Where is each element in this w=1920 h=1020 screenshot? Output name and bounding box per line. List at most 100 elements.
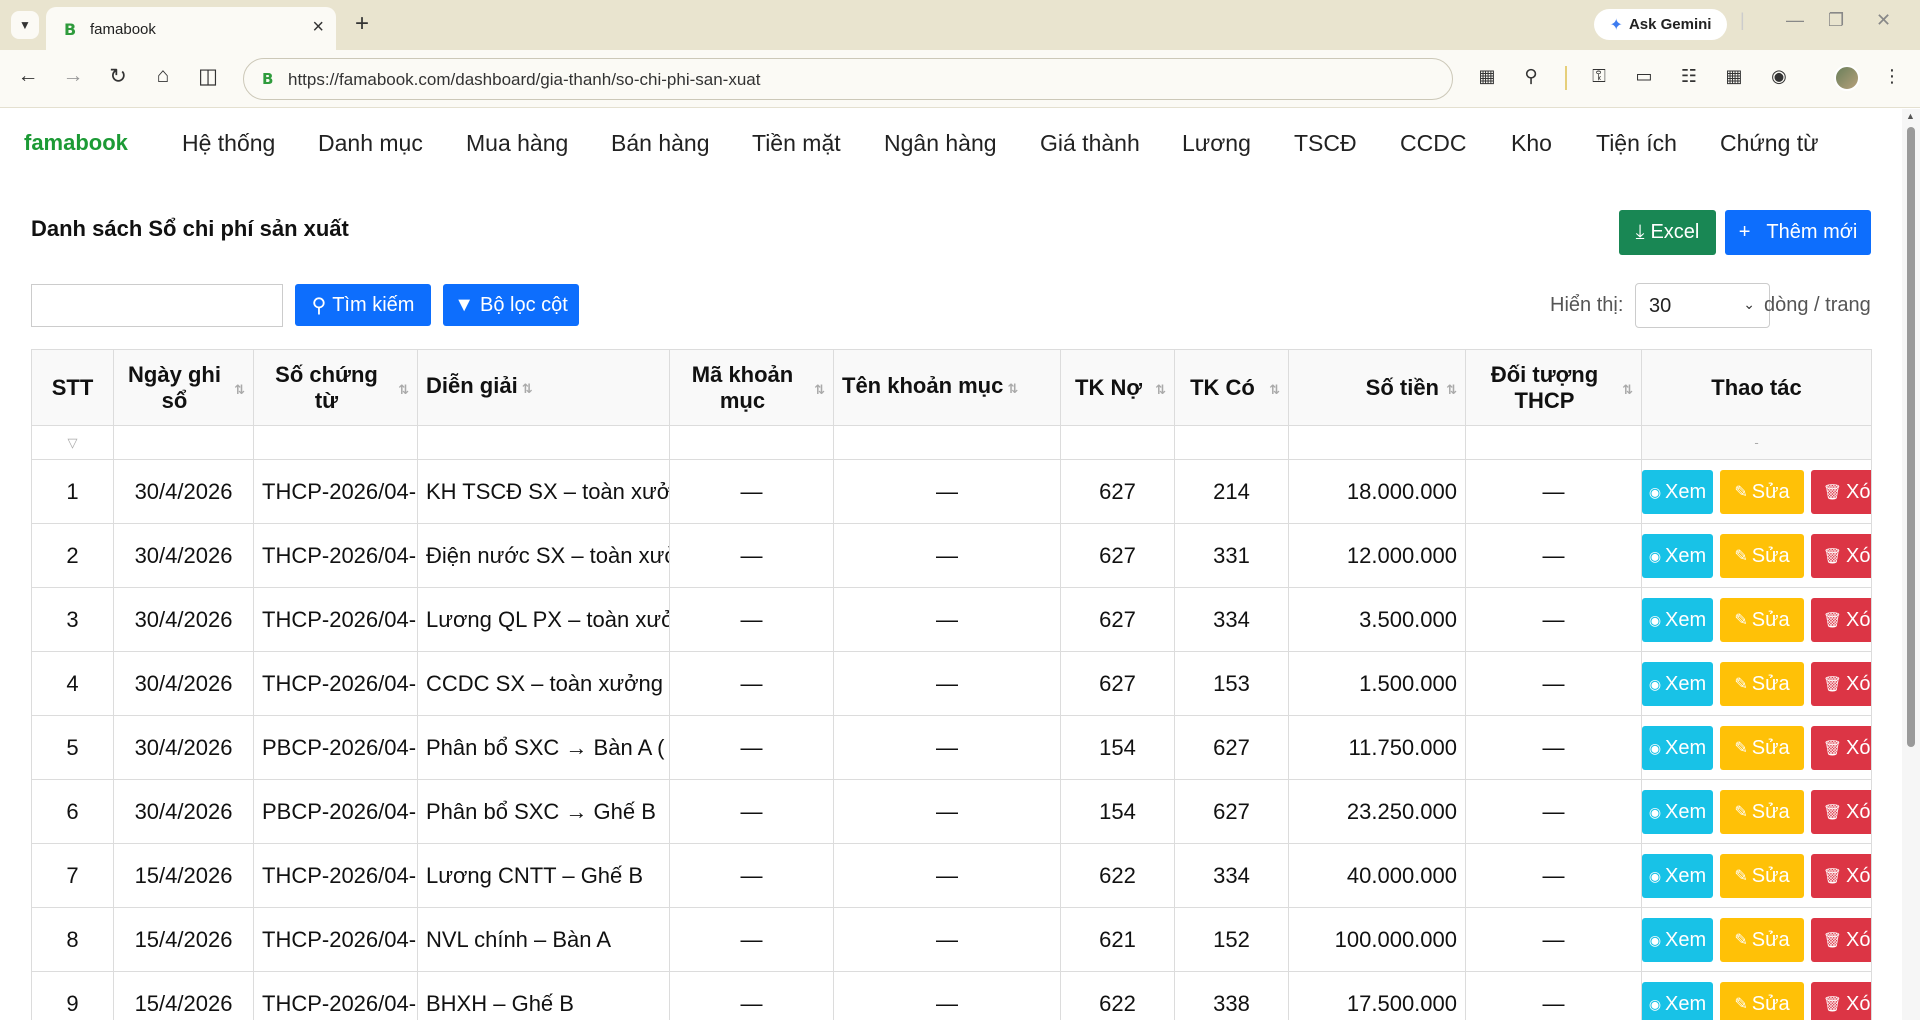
filter-icon[interactable]: ▽ <box>31 425 114 460</box>
delete-button[interactable]: 🗑Xóa <box>1811 790 1871 834</box>
edit-button[interactable]: ✎ Sửa <box>1720 854 1804 898</box>
edit-button[interactable]: ✎ Sửa <box>1720 790 1804 834</box>
header-doi-tuong-thcp[interactable]: Đối tượng THCP ⇅ <box>1465 349 1642 426</box>
reload-icon[interactable]: ↻ <box>104 64 132 89</box>
filter-cell[interactable] <box>1060 425 1175 460</box>
filter-cell[interactable] <box>1174 425 1289 460</box>
header-so-chung-tu[interactable]: Số chứng từ ⇅ <box>253 349 418 426</box>
profile-avatar[interactable] <box>1834 65 1860 91</box>
restore-icon[interactable]: ❐ <box>1828 10 1844 31</box>
header-tk-co[interactable]: TK Có ⇅ <box>1174 349 1289 426</box>
view-button[interactable]: ◉ Xem <box>1642 662 1713 706</box>
nav-item-ban-hang[interactable]: Bán hàng <box>611 130 709 157</box>
view-button[interactable]: ◉ Xem <box>1642 726 1713 770</box>
scrollbar-thumb[interactable] <box>1907 127 1915 747</box>
edit-button[interactable]: ✎ Sửa <box>1720 598 1804 642</box>
reading-list-icon[interactable]: ☷ <box>1676 66 1702 87</box>
column-filter-button[interactable]: ▼ Bộ lọc cột <box>443 284 579 326</box>
nav-item-danh-muc[interactable]: Danh mục <box>318 130 423 157</box>
vertical-scrollbar[interactable]: ▲ <box>1902 109 1920 1020</box>
sort-icon[interactable]: ⇅ <box>234 377 245 403</box>
delete-button[interactable]: 🗑Xóa <box>1811 598 1871 642</box>
filter-cell[interactable] <box>113 425 254 460</box>
incognito-icon[interactable]: ◉ <box>1766 66 1792 87</box>
tab-search-button[interactable]: ▼ <box>11 11 39 39</box>
home-icon[interactable]: ⌂ <box>149 64 177 88</box>
edit-button[interactable]: ✎ Sửa <box>1720 470 1804 514</box>
view-button[interactable]: ◉ Xem <box>1642 918 1713 962</box>
table-icon[interactable]: ▦ <box>1721 66 1747 87</box>
delete-button[interactable]: 🗑Xóa <box>1811 534 1871 578</box>
qr-code-icon[interactable]: ▦ <box>1474 66 1500 87</box>
sort-icon[interactable]: ⇅ <box>1446 377 1457 403</box>
delete-button[interactable]: 🗑Xóa <box>1811 470 1871 514</box>
sort-icon[interactable]: ⇅ <box>522 381 533 396</box>
header-tk-no[interactable]: TK Nợ ⇅ <box>1060 349 1175 426</box>
edit-button[interactable]: ✎ Sửa <box>1720 726 1804 770</box>
split-view-icon[interactable]: ◫ <box>194 64 222 89</box>
header-ten-khoan-muc[interactable]: Tên khoản mục ⇅ <box>833 349 1061 426</box>
delete-button[interactable]: 🗑Xóa <box>1811 662 1871 706</box>
delete-button[interactable]: 🗑Xóa <box>1811 918 1871 962</box>
view-button[interactable]: ◉ Xem <box>1642 534 1713 578</box>
nav-item-tien-ich[interactable]: Tiện ích <box>1596 130 1677 157</box>
view-button[interactable]: ◉ Xem <box>1642 854 1713 898</box>
filter-cell[interactable] <box>669 425 834 460</box>
page-size-select[interactable]: 30 ⌄ <box>1635 283 1770 328</box>
new-tab-button[interactable]: + <box>355 10 369 38</box>
nav-item-he-thong[interactable]: Hệ thống <box>182 130 275 157</box>
filter-cell[interactable] <box>1288 425 1466 460</box>
edit-button[interactable]: ✎ Sửa <box>1720 534 1804 578</box>
address-bar[interactable]: B https://famabook.com/dashboard/gia-tha… <box>243 58 1453 100</box>
delete-button[interactable]: 🗑Xóa <box>1811 726 1871 770</box>
forward-icon[interactable]: → <box>59 64 87 88</box>
search-input[interactable] <box>31 284 283 327</box>
url-text[interactable]: https://famabook.com/dashboard/gia-thanh… <box>288 70 760 90</box>
filter-cell[interactable] <box>253 425 418 460</box>
header-dien-giai[interactable]: Diễn giải ⇅ <box>417 349 670 426</box>
export-excel-button[interactable]: ⤓ Excel <box>1619 210 1716 255</box>
sort-icon[interactable]: ⇅ <box>1155 377 1166 403</box>
sort-icon[interactable]: ⇅ <box>1622 377 1633 403</box>
minimize-icon[interactable]: — <box>1786 10 1804 31</box>
close-tab-icon[interactable]: × <box>312 16 324 39</box>
scroll-up-icon[interactable]: ▲ <box>1906 111 1915 121</box>
nav-item-luong[interactable]: Lương <box>1182 130 1251 157</box>
sort-icon[interactable]: ⇅ <box>814 377 825 403</box>
close-window-icon[interactable]: ✕ <box>1876 10 1891 31</box>
nav-item-tien-mat[interactable]: Tiền mặt <box>752 130 841 157</box>
nav-item-mua-hang[interactable]: Mua hàng <box>466 130 568 157</box>
view-button[interactable]: ◉ Xem <box>1642 470 1713 514</box>
ask-gemini-button[interactable]: ✦ Ask Gemini <box>1594 9 1727 40</box>
card-icon[interactable]: ▭ <box>1631 66 1657 87</box>
nav-item-ngan-hang[interactable]: Ngân hàng <box>884 130 997 157</box>
browser-tab[interactable]: B famabook × <box>46 7 336 50</box>
filter-cell[interactable] <box>833 425 1061 460</box>
nav-item-kho[interactable]: Kho <box>1511 130 1552 157</box>
sort-icon[interactable]: ⇅ <box>398 377 409 403</box>
add-new-button[interactable]: + Thêm mới <box>1725 210 1871 255</box>
brand-logo[interactable]: famabook <box>24 130 128 156</box>
back-icon[interactable]: ← <box>14 64 42 88</box>
view-button[interactable]: ◉ Xem <box>1642 982 1713 1020</box>
view-button[interactable]: ◉ Xem <box>1642 598 1713 642</box>
edit-button[interactable]: ✎ Sửa <box>1720 982 1804 1020</box>
header-ma-khoan-muc[interactable]: Mã khoản mục ⇅ <box>669 349 834 426</box>
sort-icon[interactable]: ⇅ <box>1269 377 1280 403</box>
nav-item-ccdc[interactable]: CCDC <box>1400 130 1466 157</box>
edit-button[interactable]: ✎ Sửa <box>1720 662 1804 706</box>
view-button[interactable]: ◉ Xem <box>1642 790 1713 834</box>
delete-button[interactable]: 🗑Xóa <box>1811 982 1871 1020</box>
key-icon[interactable]: ⚿ <box>1586 66 1612 87</box>
edit-button[interactable]: ✎ Sửa <box>1720 918 1804 962</box>
more-menu-icon[interactable]: ⋮ <box>1879 66 1905 87</box>
extensions-icon[interactable]: ⚲ <box>1518 66 1544 87</box>
header-ngay-ghi-so[interactable]: Ngày ghi sổ ⇅ <box>113 349 254 426</box>
nav-item-chung-tu[interactable]: Chứng từ <box>1720 130 1819 157</box>
sort-icon[interactable]: ⇅ <box>1007 381 1018 396</box>
nav-item-gia-thanh[interactable]: Giá thành <box>1040 130 1140 157</box>
search-button[interactable]: ⚲ Tìm kiếm <box>295 284 431 326</box>
delete-button[interactable]: 🗑Xóa <box>1811 854 1871 898</box>
nav-item-tscd[interactable]: TSCĐ <box>1294 130 1357 157</box>
header-so-tien[interactable]: Số tiền ⇅ <box>1288 349 1466 426</box>
